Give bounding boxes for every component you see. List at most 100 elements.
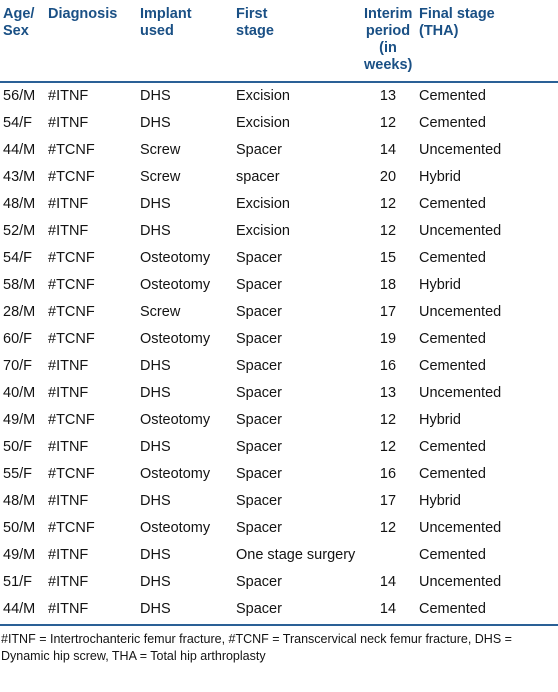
cell-final-stage: Cemented [419, 358, 486, 374]
cell-interim-period: 12 [379, 196, 397, 212]
column-header-line: Sex [3, 23, 29, 39]
cell-age-sex: 49/M [3, 412, 36, 428]
cell-implant-used: DHS [140, 358, 171, 374]
cell-diagnosis: #ITNF [48, 358, 89, 374]
cell-age-sex: 56/M [3, 88, 36, 104]
cell-implant-used: DHS [140, 439, 171, 455]
cell-first-stage: Spacer [236, 466, 282, 482]
cell-interim-period: 12 [379, 115, 397, 131]
cell-interim-period: 12 [379, 520, 397, 536]
cell-implant-used: DHS [140, 223, 171, 239]
table-header: Age/Sex Diagnosis Implant used First stage… [0, 0, 558, 83]
cell-first-stage: Excision [236, 223, 290, 239]
cell-first-stage: Spacer [236, 412, 282, 428]
cell-age-sex: 52/M [3, 223, 36, 239]
cell-final-stage: Cemented [419, 196, 486, 212]
column-header-line: weeks) [364, 57, 413, 73]
cell-first-stage: Spacer [236, 142, 282, 158]
table-row: 49/M #ITNF DHS One stage surgery Cemented [0, 542, 558, 569]
cell-interim-period: 17 [379, 493, 397, 509]
cell-age-sex: 54/F [3, 250, 33, 266]
cell-diagnosis: #TCNF [48, 169, 95, 185]
column-header-interim-period: Interim period (in weeks) [362, 0, 414, 83]
cell-implant-used: DHS [140, 115, 171, 131]
cell-diagnosis: #TCNF [48, 412, 95, 428]
cell-final-stage: Uncemented [419, 574, 502, 590]
cell-diagnosis: #ITNF [48, 223, 89, 239]
cell-implant-used: Screw [140, 304, 181, 320]
cell-implant-used: DHS [136, 596, 232, 626]
cell-final-stage: Cemented [419, 250, 486, 266]
table-footnote: #ITNF = Intertrochanteric femur fracture… [1, 632, 512, 663]
column-header-line: Implant [140, 6, 192, 22]
cell-final-stage: Cemented [419, 115, 486, 131]
cell-final-stage: Cemented [419, 466, 486, 482]
cell-implant-used: Osteotomy [140, 412, 211, 428]
cell-diagnosis: #ITNF [48, 574, 89, 590]
cell-implant-used: DHS [140, 385, 171, 401]
table-row: 48/M #ITNF DHS Excision 12 Cemented [0, 191, 558, 218]
cell-age-sex: 28/M [3, 304, 36, 320]
cell-final-stage: Cemented [419, 88, 486, 104]
cell-diagnosis: #ITNF [48, 196, 89, 212]
table-row: 50/F #ITNF DHS Spacer 12 Cemented [0, 434, 558, 461]
cell-age-sex: 58/M [3, 277, 36, 293]
column-header-line: period [365, 23, 411, 39]
cell-interim-period: 14 [379, 574, 397, 590]
table-row: 55/F #TCNF Osteotomy Spacer 16 Cemented [0, 461, 558, 488]
patient-case-table: Age/Sex Diagnosis Implant used First stage… [0, 0, 558, 626]
cell-diagnosis: #TCNF [48, 520, 95, 536]
cell-implant-used: DHS [140, 196, 171, 212]
cell-first-stage: Spacer [236, 493, 282, 509]
cell-implant-used: Osteotomy [140, 520, 211, 536]
cell-interim-period: 14 [379, 142, 397, 158]
cell-age-sex: 55/F [3, 466, 33, 482]
cell-implant-used: DHS [140, 88, 171, 104]
cell-first-stage: Spacer [236, 520, 282, 536]
cell-interim-period: 18 [379, 277, 397, 293]
cell-interim-period: 13 [379, 88, 397, 104]
cell-first-stage: Spacer [236, 331, 282, 347]
cell-implant-used: Osteotomy [140, 277, 211, 293]
table-body: 56/M #ITNF DHS Excision 13 Cemented 54/F #ITNF D… [0, 82, 558, 626]
table-row: 60/F #TCNF Osteotomy Spacer 19 Cemented [0, 326, 558, 353]
cell-interim-period: 20 [379, 169, 397, 185]
table-header-row: Age/Sex Diagnosis Implant used First stage… [0, 0, 558, 83]
table-row: 50/M #TCNF Osteotomy Spacer 12 Uncemented [0, 515, 558, 542]
cell-implant-used: Osteotomy [140, 250, 211, 266]
cell-age-sex: 49/M [3, 547, 36, 563]
cell-interim-period: 14 [362, 596, 414, 626]
cell-implant-used: DHS [140, 547, 171, 563]
cell-final-stage: Uncemented [419, 304, 502, 320]
cell-diagnosis: #TCNF [48, 142, 95, 158]
column-header-line: (in [379, 40, 397, 56]
cell-first-stage: Excision [236, 88, 290, 104]
table-row: 52/M #ITNF DHS Excision 12 Uncemented [0, 218, 558, 245]
cell-age-sex: 50/M [3, 520, 36, 536]
table-row: 28/M #TCNF Screw Spacer 17 Uncemented [0, 299, 558, 326]
cell-interim-period: 16 [379, 466, 397, 482]
cell-diagnosis: #TCNF [48, 331, 95, 347]
cell-interim-period [362, 542, 414, 569]
cell-first-stage: Spacer [236, 304, 282, 320]
cell-first-stage: Excision [236, 196, 290, 212]
cell-implant-used: Osteotomy [140, 466, 211, 482]
cell-first-stage: Spacer [236, 385, 282, 401]
table-row: 70/F #ITNF DHS Spacer 16 Cemented [0, 353, 558, 380]
cell-diagnosis: #ITNF [44, 596, 136, 626]
cell-age-sex: 48/M [3, 196, 36, 212]
table-row: 56/M #ITNF DHS Excision 13 Cemented [0, 82, 558, 110]
column-header-line: stage [236, 23, 274, 39]
cell-final-stage: Uncemented [419, 385, 502, 401]
column-header-line: Diagnosis [48, 6, 118, 22]
cell-final-stage: Hybrid [419, 493, 461, 509]
cell-interim-period: 13 [379, 385, 397, 401]
cell-age-sex: 44/M [0, 596, 44, 626]
cell-diagnosis: #TCNF [48, 304, 95, 320]
cell-age-sex: 51/F [3, 574, 33, 590]
cell-final-stage: Cemented [419, 439, 486, 455]
column-header-line: (THA) [419, 23, 459, 39]
column-header-diagnosis: Diagnosis [44, 0, 136, 83]
cell-interim-period: 12 [379, 223, 397, 239]
cell-interim-period: 15 [379, 250, 397, 266]
